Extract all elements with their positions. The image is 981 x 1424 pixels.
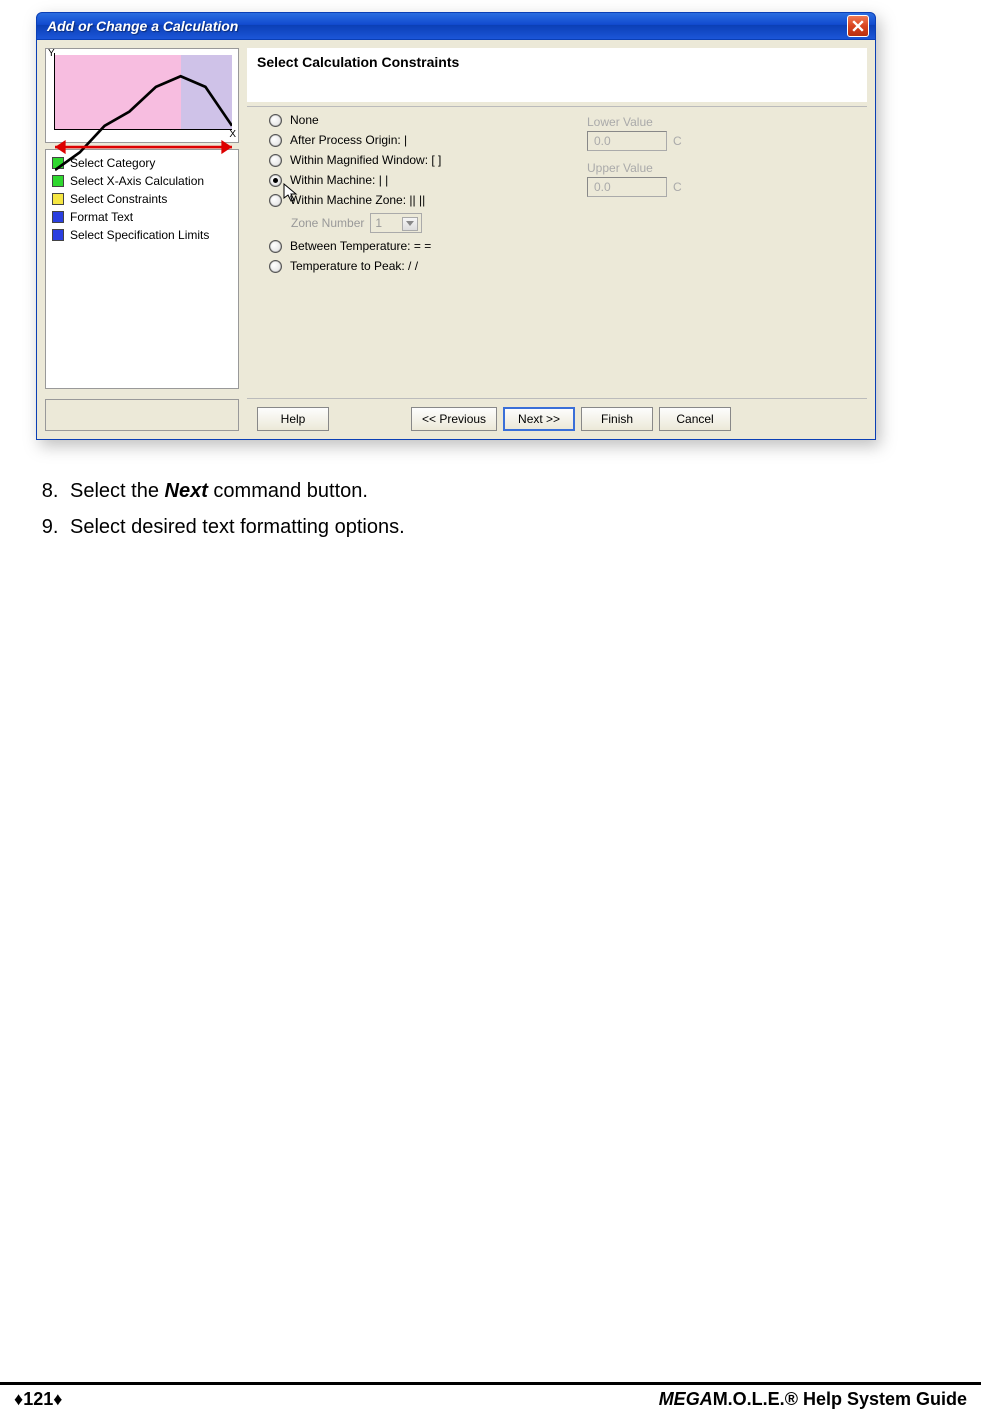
radio-label: Within Machine: | | <box>290 173 388 187</box>
lower-value-label: Lower Value <box>587 115 682 129</box>
upper-unit: C <box>673 180 682 194</box>
next-button[interactable]: Next >> <box>503 407 575 431</box>
instruction-8: Select the Next command button. <box>64 476 969 506</box>
help-button[interactable]: Help <box>257 407 329 431</box>
radio-none[interactable]: None <box>269 113 569 127</box>
page-number: ♦121♦ <box>14 1389 62 1410</box>
zone-value: 1 <box>375 216 382 230</box>
finish-button[interactable]: Finish <box>581 407 653 431</box>
left-pane: Y X Select Categor <box>37 40 247 439</box>
zone-select[interactable]: 1 <box>370 213 422 233</box>
dialog-body: Y X Select Categor <box>36 40 876 440</box>
radio-machine-zone[interactable]: Within Machine Zone: || || <box>269 193 569 207</box>
radio-list: None After Process Origin: | Within Magn… <box>269 113 569 273</box>
heading-text: Select Calculation Constraints <box>257 54 459 70</box>
page-footer: ♦121♦ MEGAM.O.L.E.® Help System Guide <box>0 1382 981 1410</box>
radio-label: Within Machine Zone: || || <box>290 193 425 207</box>
radio-magnified[interactable]: Within Magnified Window: [ ] <box>269 153 569 167</box>
right-pane: Select Calculation Constraints None Afte… <box>247 40 875 439</box>
radio-label: Within Magnified Window: [ ] <box>290 153 441 167</box>
step-swatch <box>52 211 64 223</box>
radio-label: Between Temperature: = = <box>290 239 431 253</box>
step-4: Format Text <box>52 208 232 226</box>
radio-icon <box>269 114 282 127</box>
instruction-9: Select desired text formatting options. <box>64 512 969 542</box>
radio-within-machine[interactable]: Within Machine: | | <box>269 173 569 187</box>
step-swatch <box>52 229 64 241</box>
chart-thumbnail: Y X <box>45 48 239 143</box>
options-area: None After Process Origin: | Within Magn… <box>247 106 867 398</box>
radio-icon <box>269 194 282 207</box>
instructions: Select the Next command button. Select d… <box>36 476 969 542</box>
spacer <box>335 407 405 431</box>
chevron-down-icon <box>406 221 414 226</box>
zone-number-row: Zone Number 1 <box>291 213 569 233</box>
upper-value-input[interactable]: 0.0 <box>587 177 667 197</box>
dialog-window: Add or Change a Calculation Y X <box>36 12 876 440</box>
radio-icon <box>269 134 282 147</box>
lower-value-input[interactable]: 0.0 <box>587 131 667 151</box>
radio-icon <box>269 154 282 167</box>
close-icon <box>852 20 864 32</box>
close-button[interactable] <box>847 15 869 37</box>
titlebar: Add or Change a Calculation <box>36 12 876 40</box>
radio-after-origin[interactable]: After Process Origin: | <box>269 133 569 147</box>
value-group: Lower Value 0.0 C Upper Value 0.0 C <box>587 113 682 207</box>
lower-unit: C <box>673 134 682 148</box>
cancel-button[interactable]: Cancel <box>659 407 731 431</box>
radio-icon <box>269 174 282 187</box>
radio-temp-peak[interactable]: Temperature to Peak: / / <box>269 259 569 273</box>
upper-value-label: Upper Value <box>587 161 682 175</box>
description-box <box>45 399 239 431</box>
previous-button[interactable]: << Previous <box>411 407 497 431</box>
heading-box: Select Calculation Constraints <box>247 48 867 102</box>
radio-icon <box>269 240 282 253</box>
radio-label: After Process Origin: | <box>290 133 407 147</box>
radio-label: None <box>290 113 319 127</box>
radio-between-temp[interactable]: Between Temperature: = = <box>269 239 569 253</box>
chart-line <box>55 55 232 197</box>
radio-label: Temperature to Peak: / / <box>290 259 418 273</box>
step-label: Format Text <box>70 208 133 226</box>
step-label: Select Specification Limits <box>70 226 209 244</box>
window-title: Add or Change a Calculation <box>47 18 847 34</box>
radio-icon <box>269 260 282 273</box>
guide-title: MEGAM.O.L.E.® Help System Guide <box>659 1389 967 1410</box>
zone-label: Zone Number <box>291 216 364 230</box>
button-bar: Help << Previous Next >> Finish Cancel <box>247 398 867 439</box>
step-5: Select Specification Limits <box>52 226 232 244</box>
